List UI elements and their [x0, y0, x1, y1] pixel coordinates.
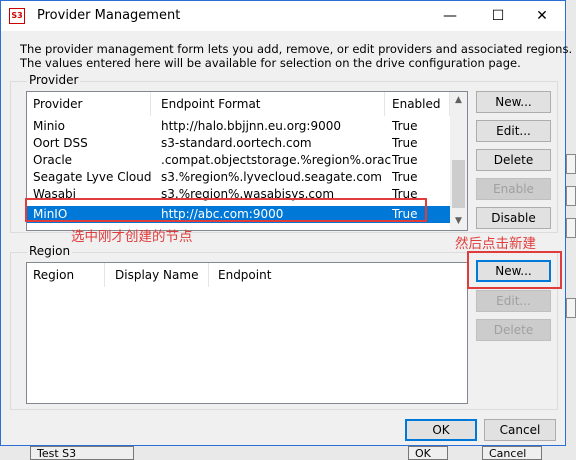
column-header-enabled[interactable]: Enabled	[386, 92, 450, 116]
title-bar: S3 Provider Management — ☐ ✕	[1, 1, 565, 31]
background-tab	[566, 154, 576, 174]
endpoint-format-cell: http://halo.bbjjnn.eu.org:9000	[161, 119, 341, 133]
background-tab	[566, 186, 576, 206]
region-list-header: Region Display Name Endpoint	[27, 263, 467, 287]
provider-edit-button[interactable]: Edit...	[476, 120, 551, 142]
scrollbar-thumb[interactable]	[452, 160, 465, 208]
provider-row[interactable]: Minio http://halo.bbjjnn.eu.org:9000 True	[27, 118, 450, 135]
provider-delete-button[interactable]: Delete	[476, 149, 551, 171]
column-header-provider[interactable]: Provider	[27, 92, 151, 116]
provider-row[interactable]: Oort DSS s3-standard.oortech.com True	[27, 135, 450, 152]
background-tab	[566, 218, 576, 238]
region-list[interactable]: Region Display Name Endpoint	[26, 262, 468, 404]
provider-enable-button[interactable]: Enable	[476, 178, 551, 200]
enabled-cell: True	[392, 153, 418, 167]
provider-list-scrollbar[interactable]: ▲ ▼	[450, 92, 467, 230]
enabled-cell: True	[392, 136, 418, 150]
test-s3-connection-button[interactable]: Test S3 Connection	[30, 446, 134, 460]
endpoint-format-cell: .compat.objectstorage.%region%.oracleclo…	[161, 153, 391, 167]
provider-name-cell: Oracle	[33, 153, 73, 167]
selection-highlight-box	[25, 198, 427, 222]
ok-button[interactable]: OK	[405, 419, 477, 441]
provider-group-label: Provider	[27, 73, 81, 87]
provider-name-cell: Minio	[33, 119, 65, 133]
description-text: The provider management form lets you ad…	[20, 42, 572, 70]
app-icon: S3	[9, 8, 25, 24]
click-new-annotation: 然后点击新建	[455, 236, 536, 252]
region-edit-button[interactable]: Edit...	[476, 290, 551, 312]
description-line: The values entered here will be availabl…	[20, 56, 521, 70]
endpoint-format-cell: s3.%region%.lyvecloud.seagate.com	[161, 170, 382, 184]
provider-row[interactable]: Seagate Lyve Cloud s3.%region%.lyvecloud.…	[27, 169, 450, 186]
enabled-cell: True	[392, 119, 418, 133]
maximize-icon[interactable]: ☐	[475, 1, 521, 31]
region-group-label: Region	[27, 244, 73, 258]
column-header-region[interactable]: Region	[27, 263, 105, 287]
provider-list-header: Provider Endpoint Format Enabled	[27, 92, 467, 116]
cancel-button[interactable]: Cancel	[484, 419, 556, 441]
background-ok-button[interactable]: OK	[408, 446, 448, 460]
enabled-cell: True	[392, 170, 418, 184]
provider-name-cell: Oort DSS	[33, 136, 88, 150]
scroll-up-icon[interactable]: ▲	[450, 92, 467, 109]
background-cancel-button[interactable]: Cancel	[482, 446, 542, 460]
new-button-highlight-box	[467, 251, 562, 289]
column-header-endpoint-format[interactable]: Endpoint Format	[155, 92, 385, 116]
select-node-annotation: 选中刚才创建的节点	[71, 229, 193, 245]
scroll-down-icon[interactable]: ▼	[450, 213, 467, 230]
provider-name-cell: Seagate Lyve Cloud	[33, 170, 152, 184]
window-title: Provider Management	[37, 8, 181, 23]
provider-row[interactable]: Oracle .compat.objectstorage.%region%.ora…	[27, 152, 450, 169]
provider-new-button[interactable]: New...	[476, 91, 551, 113]
minimize-icon[interactable]: —	[427, 1, 473, 31]
background-tab	[566, 298, 576, 318]
provider-management-dialog: S3 Provider Management — ☐ ✕ The provide…	[0, 0, 572, 446]
column-header-endpoint[interactable]: Endpoint	[212, 263, 332, 287]
provider-disable-button[interactable]: Disable	[476, 207, 551, 229]
close-icon[interactable]: ✕	[519, 1, 565, 31]
endpoint-format-cell: s3-standard.oortech.com	[161, 136, 312, 150]
region-delete-button[interactable]: Delete	[476, 319, 551, 341]
description-line: The provider management form lets you ad…	[20, 42, 573, 56]
column-header-display-name[interactable]: Display Name	[109, 263, 209, 287]
